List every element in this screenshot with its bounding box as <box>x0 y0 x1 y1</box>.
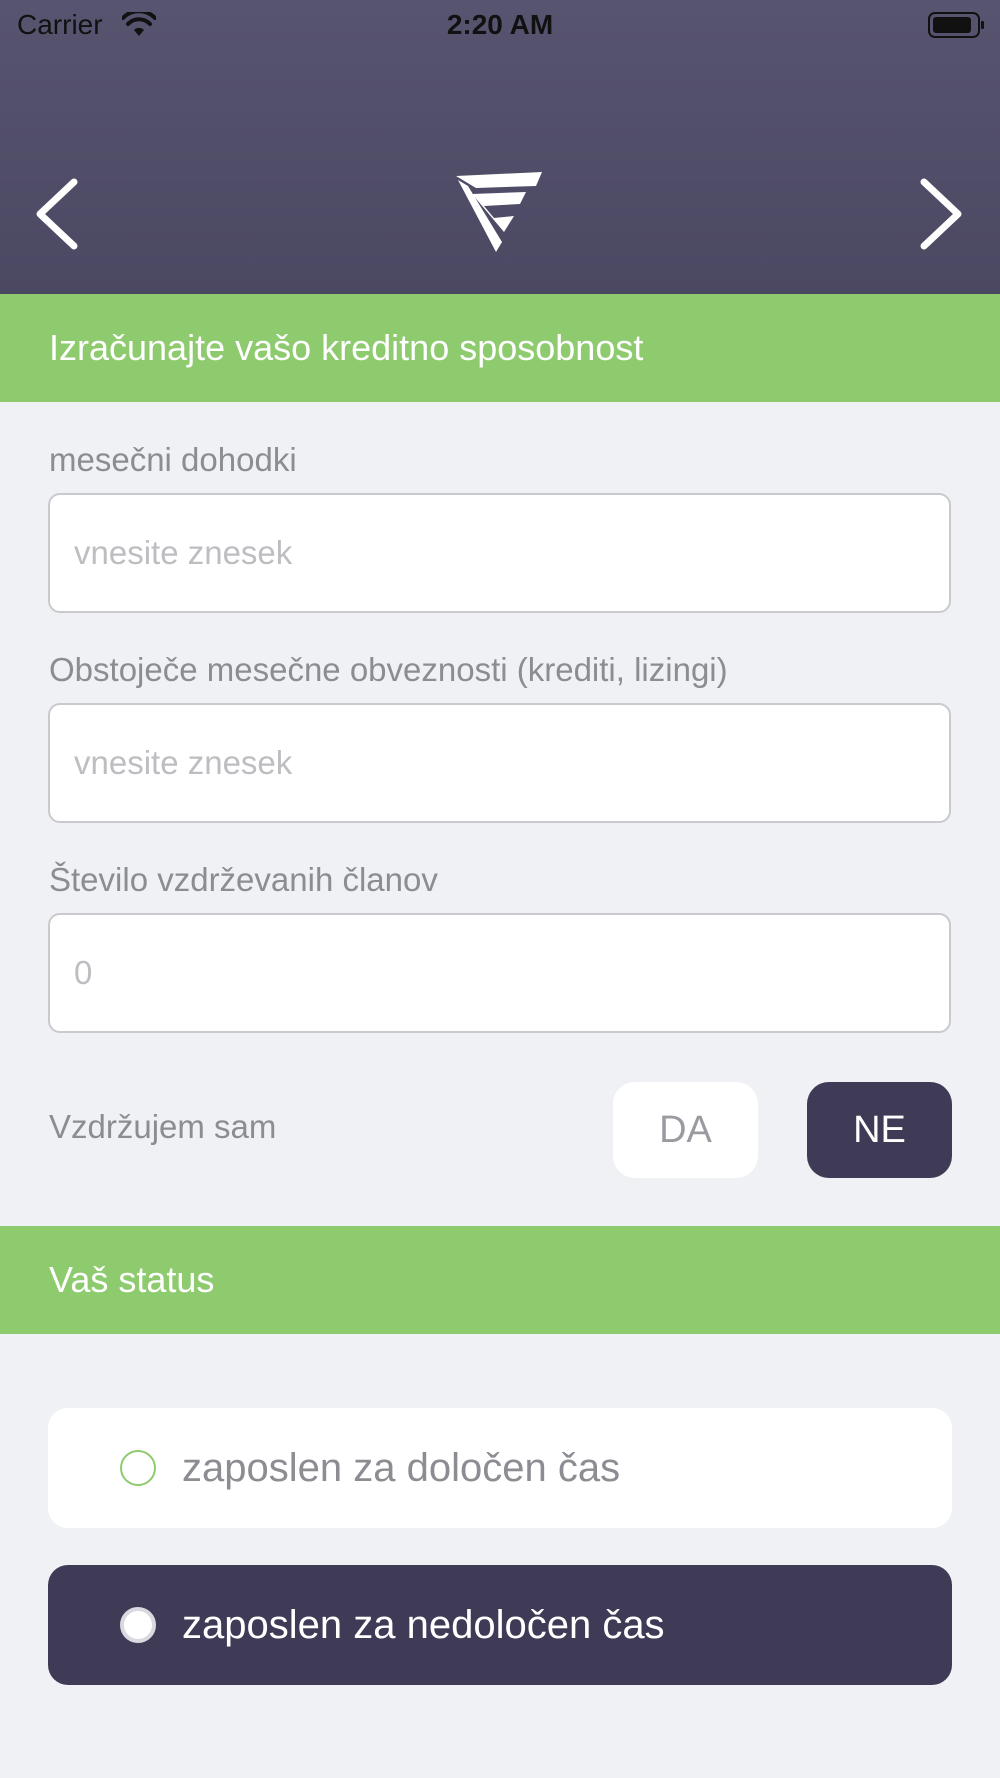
status-option-fixed-term[interactable]: zaposlen za določen čas <box>48 1408 952 1528</box>
status-option-label: zaposlen za nedoločen čas <box>182 1603 665 1647</box>
self-support-label: Vzdržujem sam <box>49 1108 277 1145</box>
monthly-income-input[interactable] <box>48 493 951 613</box>
dependents-input[interactable] <box>48 913 951 1033</box>
self-support-da-button[interactable]: DA <box>613 1082 758 1178</box>
dependents-label: Število vzdrževanih članov <box>49 861 438 898</box>
next-button[interactable] <box>912 176 968 252</box>
credit-section-title: Izračunajte vašo kreditno sposobnost <box>0 294 1000 402</box>
chevron-left-icon <box>36 178 78 250</box>
status-option-permanent[interactable]: zaposlen za nedoločen čas <box>48 1565 952 1685</box>
status-section-title: Vaš status <box>0 1226 1000 1334</box>
status-option-label: zaposlen za določen čas <box>182 1446 621 1490</box>
status-bar: Carrier 2:20 AM <box>0 0 1000 50</box>
app-header: Carrier 2:20 AM <box>0 0 1000 294</box>
back-button[interactable] <box>30 176 86 252</box>
clock: 2:20 AM <box>446 9 554 40</box>
monthly-obligations-label: Obstoječe mesečne obveznosti (krediti, l… <box>49 651 728 688</box>
brand-logo-icon <box>456 172 546 254</box>
battery-icon <box>928 11 986 44</box>
self-support-ne-button[interactable]: NE <box>807 1082 952 1178</box>
radio-checked-icon <box>120 1607 156 1643</box>
monthly-income-label: mesečni dohodki <box>49 441 297 478</box>
radio-unchecked-icon <box>120 1450 156 1486</box>
monthly-obligations-input[interactable] <box>48 703 951 823</box>
chevron-right-icon <box>920 178 962 250</box>
